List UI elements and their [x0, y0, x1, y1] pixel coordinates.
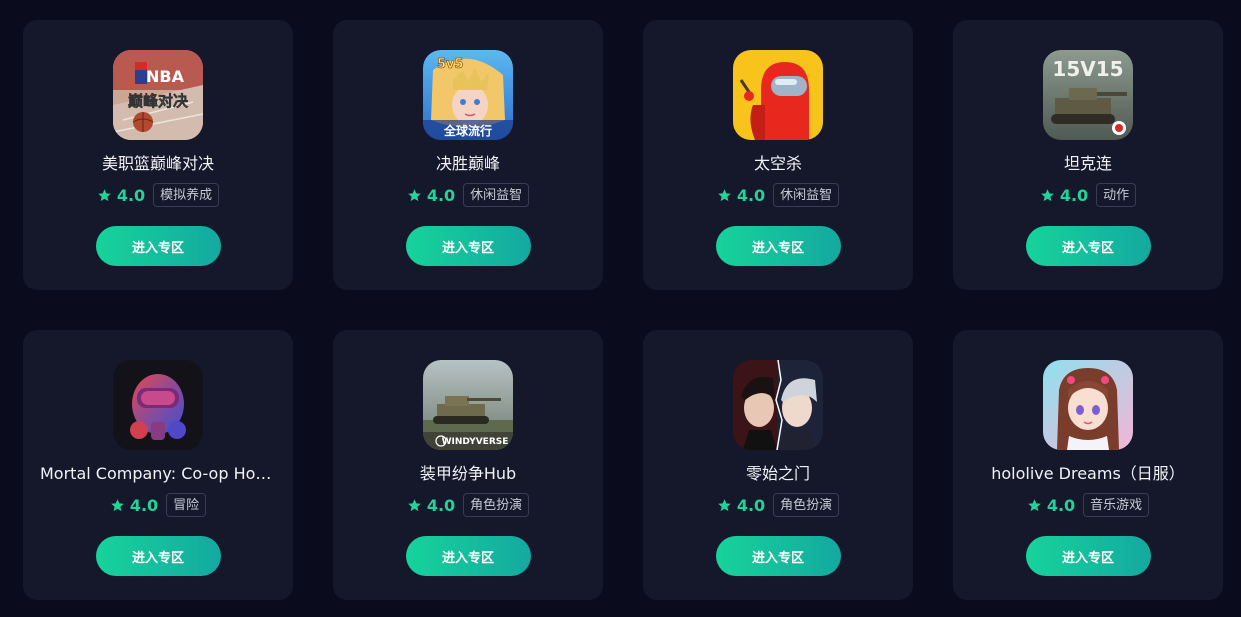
star-icon: [1027, 498, 1042, 513]
genre-tag: 休闲益智: [773, 183, 840, 207]
svg-text:巅峰对决: 巅峰对决: [128, 92, 189, 110]
nba-game-icon[interactable]: NBA 巅峰对决: [113, 50, 203, 140]
svg-text:全球流行: 全球流行: [443, 123, 492, 138]
robot-game-icon[interactable]: [113, 360, 203, 450]
anime-girl-game-icon[interactable]: [1043, 360, 1133, 450]
rating-value: 4.0: [736, 185, 766, 205]
rating: 4.0: [717, 186, 765, 205]
genre-tag: 模拟养成: [153, 183, 220, 207]
game-title: 装甲纷争Hub: [419, 464, 517, 483]
enter-zone-button[interactable]: 进入专区: [1025, 536, 1151, 576]
game-meta: 4.0 角色扮演: [407, 492, 530, 518]
game-title: hololive Dreams（日服）: [991, 464, 1185, 483]
game-card: 15V15 坦克连 4.0 动作进入专区: [953, 20, 1223, 290]
game-card: 零始之门 4.0 角色扮演进入专区: [643, 330, 913, 600]
anime-boys-game-icon[interactable]: [733, 360, 823, 450]
hero-game-icon[interactable]: 5v5 全球流行: [423, 50, 513, 140]
genre-tag: 音乐游戏: [1083, 493, 1150, 517]
rating-value: 4.0: [426, 495, 456, 515]
genre-tag: 角色扮演: [463, 493, 530, 517]
game-card-grid: NBA 巅峰对决美职篮巅峰对决 4.0 模拟养成进入专区 5v5 全球流行决胜巅峰 4.0 休…: [23, 20, 1223, 600]
enter-zone-button[interactable]: 进入专区: [95, 536, 221, 576]
star-icon: [407, 498, 422, 513]
game-card: 5v5 全球流行决胜巅峰 4.0 休闲益智进入专区: [333, 20, 603, 290]
star-icon: [717, 498, 732, 513]
rating: 4.0: [717, 496, 765, 515]
game-meta: 4.0 动作: [1040, 182, 1137, 208]
genre-tag: 休闲益智: [463, 183, 530, 207]
enter-zone-button[interactable]: 进入专区: [715, 536, 841, 576]
rating-value: 4.0: [116, 185, 146, 205]
genre-tag: 动作: [1096, 183, 1137, 207]
svg-text:5v5: 5v5: [437, 57, 464, 72]
armored-tank-game-icon[interactable]: WINDYVERSE: [423, 360, 513, 450]
game-meta: 4.0 休闲益智: [717, 182, 840, 208]
game-meta: 4.0 模拟养成: [97, 182, 220, 208]
enter-zone-button[interactable]: 进入专区: [715, 226, 841, 266]
star-icon: [97, 188, 112, 203]
game-meta: 4.0 休闲益智: [407, 182, 530, 208]
tank-game-icon[interactable]: 15V15: [1043, 50, 1133, 140]
game-card: Mortal Company: Co-op Horror 4.0 冒险进入专区: [23, 330, 293, 600]
game-title: 美职篮巅峰对决: [101, 154, 214, 173]
game-card: NBA 巅峰对决美职篮巅峰对决 4.0 模拟养成进入专区: [23, 20, 293, 290]
game-title: 坦克连: [1063, 154, 1112, 173]
enter-zone-button[interactable]: 进入专区: [405, 536, 531, 576]
game-title: 零始之门: [745, 464, 810, 483]
game-title: 太空杀: [753, 154, 802, 173]
rating-value: 4.0: [1059, 185, 1089, 205]
rating-value: 4.0: [129, 495, 159, 515]
rating: 4.0: [1040, 186, 1088, 205]
svg-text:NBA: NBA: [146, 67, 185, 86]
rating-value: 4.0: [736, 495, 766, 515]
game-card: WINDYVERSE 装甲纷争Hub 4.0 角色扮演进入专区: [333, 330, 603, 600]
game-meta: 4.0 音乐游戏: [1027, 492, 1150, 518]
rating-value: 4.0: [426, 185, 456, 205]
genre-tag: 冒险: [166, 493, 207, 517]
star-icon: [1040, 188, 1055, 203]
star-icon: [110, 498, 125, 513]
rating: 4.0: [97, 186, 145, 205]
enter-zone-button[interactable]: 进入专区: [95, 226, 221, 266]
svg-text:15V15: 15V15: [1052, 57, 1123, 81]
svg-text:WINDYVERSE: WINDYVERSE: [442, 437, 509, 447]
star-icon: [407, 188, 422, 203]
genre-tag: 角色扮演: [773, 493, 840, 517]
rating-value: 4.0: [1046, 495, 1076, 515]
crewmate-game-icon[interactable]: [733, 50, 823, 140]
enter-zone-button[interactable]: 进入专区: [1025, 226, 1151, 266]
game-meta: 4.0 冒险: [110, 492, 207, 518]
rating: 4.0: [110, 496, 158, 515]
game-card: 太空杀 4.0 休闲益智进入专区: [643, 20, 913, 290]
game-title: Mortal Company: Co-op Horror: [40, 464, 276, 483]
game-card: hololive Dreams（日服） 4.0 音乐游戏进入专区: [953, 330, 1223, 600]
rating: 4.0: [407, 496, 455, 515]
enter-zone-button[interactable]: 进入专区: [405, 226, 531, 266]
star-icon: [717, 188, 732, 203]
rating: 4.0: [1027, 496, 1075, 515]
rating: 4.0: [407, 186, 455, 205]
game-meta: 4.0 角色扮演: [717, 492, 840, 518]
game-title: 决胜巅峰: [435, 154, 500, 173]
